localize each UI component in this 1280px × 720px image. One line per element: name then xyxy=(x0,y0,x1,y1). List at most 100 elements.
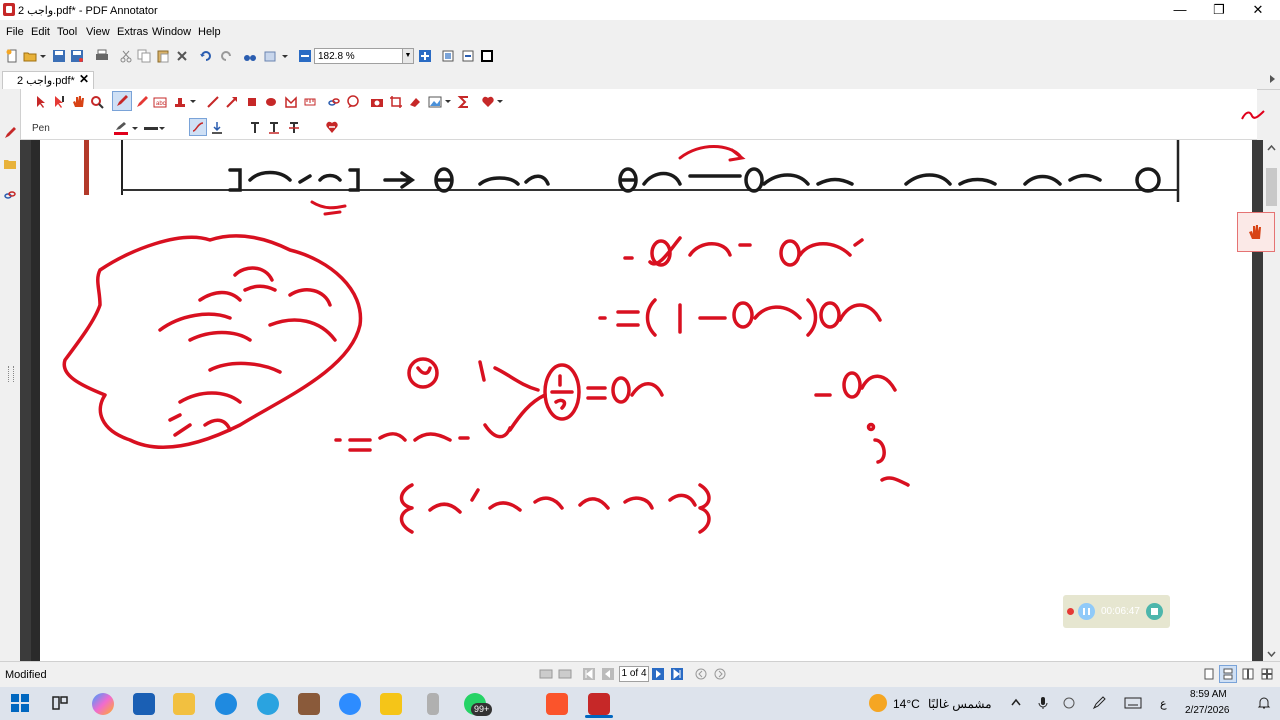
input-language-indicator[interactable]: ع xyxy=(1160,697,1167,710)
first-page-icon[interactable] xyxy=(583,668,595,680)
ink-preview-squiggle-icon[interactable] xyxy=(1240,105,1266,125)
notifications-bell-icon[interactable] xyxy=(1256,695,1272,711)
zoom-magnifier-icon[interactable] xyxy=(90,95,104,109)
stop-recording-button[interactable] xyxy=(1146,603,1163,620)
single-page-view-icon[interactable] xyxy=(1203,668,1215,680)
text-baseline-icon[interactable] xyxy=(267,121,281,135)
taskbar-clock-date[interactable]: 2/27/2026 xyxy=(1185,705,1230,716)
text-box-icon[interactable]: abc xyxy=(153,95,167,109)
image-dropdown-icon[interactable] xyxy=(444,97,452,107)
pen-tool-button[interactable] xyxy=(112,91,132,111)
previous-view-icon[interactable] xyxy=(539,668,553,680)
menu-window[interactable]: Window xyxy=(152,26,191,38)
last-page-icon[interactable] xyxy=(671,668,683,680)
stamp-dropdown-icon[interactable] xyxy=(189,97,197,107)
ellipse-tool-icon[interactable] xyxy=(264,95,278,109)
full-screen-icon[interactable] xyxy=(480,49,494,63)
pen-color-dropdown-icon[interactable] xyxy=(131,124,139,134)
previous-page-icon[interactable] xyxy=(602,668,614,680)
zoom-level-field[interactable]: 182.8 % xyxy=(314,48,406,64)
find-binoculars-icon[interactable] xyxy=(243,49,257,63)
weather-temperature[interactable]: 14°C xyxy=(893,697,920,711)
stamp-icon[interactable] xyxy=(173,95,187,109)
select-arrow-icon[interactable] xyxy=(34,95,48,109)
rectangle-tool-icon[interactable] xyxy=(245,95,259,109)
text-top-align-icon[interactable] xyxy=(248,121,262,135)
cut-icon[interactable] xyxy=(119,49,133,63)
fit-page-icon[interactable] xyxy=(441,49,455,63)
text-strikeout-icon[interactable] xyxy=(287,121,301,135)
line-tool-icon[interactable] xyxy=(206,95,220,109)
zoom-app-icon[interactable] xyxy=(339,693,361,715)
maximize-button[interactable]: ❐ xyxy=(1199,1,1239,19)
touch-keyboard-icon[interactable] xyxy=(1124,697,1142,709)
links-panel-icon[interactable] xyxy=(3,188,17,202)
fit-width-icon[interactable] xyxy=(461,49,475,63)
copy-icon[interactable] xyxy=(137,49,151,63)
stamp-tool-icon[interactable] xyxy=(263,49,277,63)
comment-tool-icon[interactable] xyxy=(346,95,360,109)
favorites-heart-icon[interactable] xyxy=(481,95,495,109)
scroll-up-icon[interactable] xyxy=(1266,143,1277,153)
microsoft-store-icon[interactable] xyxy=(133,693,155,715)
snapshot-camera-icon[interactable] xyxy=(370,95,384,109)
menu-tool[interactable]: Tool xyxy=(57,26,77,38)
menu-extras[interactable]: Extras xyxy=(117,26,148,38)
favorites-dropdown-icon[interactable] xyxy=(496,97,504,107)
pen-color-icon[interactable] xyxy=(113,121,129,135)
vertical-scroll-thumb[interactable] xyxy=(1266,168,1277,206)
favorite-pen-icon[interactable] xyxy=(325,121,339,135)
hand-pan-icon[interactable] xyxy=(71,95,85,109)
weather-description[interactable]: مشمس غالبًا xyxy=(928,697,992,711)
redo-icon[interactable] xyxy=(219,49,233,63)
zoom-dropdown-icon[interactable]: ▼ xyxy=(402,48,414,64)
close-window-button[interactable]: ✕ xyxy=(1238,1,1278,19)
arrow-tool-icon[interactable] xyxy=(225,95,239,109)
select-text-icon[interactable] xyxy=(52,95,66,109)
next-view-icon[interactable] xyxy=(558,668,572,680)
highlighter-icon[interactable] xyxy=(135,95,149,109)
scroll-tabs-icon[interactable] xyxy=(1266,72,1278,86)
polygon-tool-icon[interactable] xyxy=(284,95,298,109)
scroll-down-icon[interactable] xyxy=(1266,649,1277,659)
delete-icon[interactable] xyxy=(175,49,189,63)
menu-help[interactable]: Help xyxy=(198,26,221,38)
measure-tool-icon[interactable] xyxy=(303,95,317,109)
eraser-tool-icon[interactable] xyxy=(408,95,422,109)
menu-file[interactable]: File xyxy=(6,26,24,38)
usb-drive-icon[interactable] xyxy=(427,693,439,715)
file-explorer-icon[interactable] xyxy=(173,693,195,715)
sticky-notes-icon[interactable] xyxy=(380,693,402,715)
taskbar-clock-time[interactable]: 8:59 AM xyxy=(1190,689,1227,700)
stamp-dropdown-icon[interactable] xyxy=(281,49,289,63)
edge-browser-icon[interactable] xyxy=(215,693,237,715)
link-tool-icon[interactable] xyxy=(327,95,341,109)
copilot-icon[interactable] xyxy=(92,693,114,715)
print-icon[interactable] xyxy=(95,49,109,63)
open-folder-icon[interactable] xyxy=(23,49,37,63)
line-width-icon[interactable] xyxy=(143,122,159,134)
minimize-button[interactable]: — xyxy=(1160,1,1200,19)
next-page-icon[interactable] xyxy=(652,668,664,680)
menu-edit[interactable]: Edit xyxy=(31,26,50,38)
document-tab-close-icon[interactable]: ✕ xyxy=(79,72,89,86)
formula-sigma-icon[interactable] xyxy=(457,95,471,109)
microphone-icon[interactable] xyxy=(1038,696,1048,710)
pause-recording-button[interactable] xyxy=(1078,603,1095,620)
go-forward-icon[interactable] xyxy=(714,668,726,680)
crop-tool-icon[interactable] xyxy=(389,95,403,109)
panel-resize-grip[interactable] xyxy=(8,366,14,382)
photo-app-icon[interactable] xyxy=(298,693,320,715)
two-page-view-icon[interactable] xyxy=(1242,668,1254,680)
new-document-icon[interactable] xyxy=(5,49,19,63)
continuous-view-button[interactable] xyxy=(1219,665,1237,683)
brave-browser-icon[interactable] xyxy=(546,693,568,715)
pdf-annotator-taskbar-icon[interactable] xyxy=(588,693,610,715)
pressure-icon[interactable] xyxy=(210,121,224,135)
windows-start-icon[interactable] xyxy=(11,694,29,712)
open-dropdown-icon[interactable] xyxy=(39,49,47,63)
save-as-icon[interactable] xyxy=(70,49,84,63)
menu-view[interactable]: View xyxy=(86,26,110,38)
zoom-out-icon[interactable] xyxy=(298,49,312,63)
smooth-stroke-button[interactable] xyxy=(189,118,207,136)
